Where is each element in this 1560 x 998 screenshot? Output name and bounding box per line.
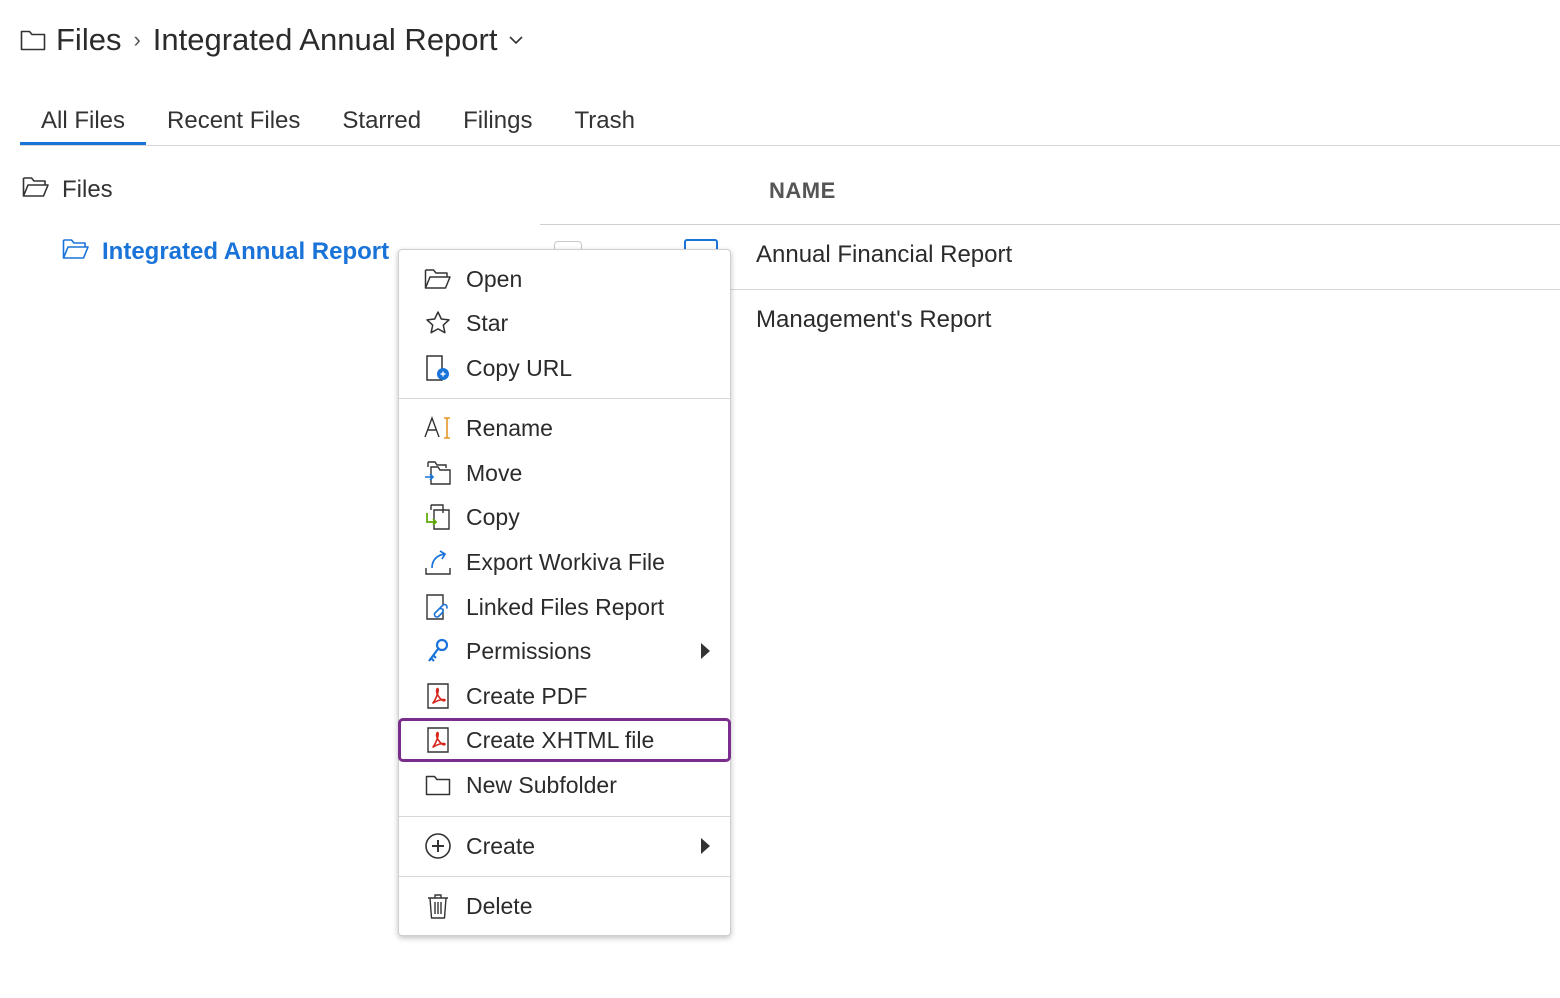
menu-item-linked-files-report[interactable]: Linked Files Report [399, 585, 730, 629]
tree-item-label: Integrated Annual Report [102, 238, 390, 265]
list-header: NAME [540, 160, 1560, 225]
export-icon [424, 548, 452, 576]
tab-bar: All Files Recent Files Starred Filings T… [20, 100, 656, 146]
pdf-icon [424, 726, 452, 754]
file-name[interactable]: Management's Report [756, 306, 991, 334]
trash-icon [424, 892, 452, 920]
tabs-divider [20, 145, 1560, 146]
copy-icon [424, 503, 452, 531]
menu-item-move[interactable]: Move [399, 451, 730, 495]
folder-icon [20, 28, 46, 52]
tab-all-files[interactable]: All Files [20, 100, 147, 146]
menu-item-create-pdf[interactable]: Create PDF [399, 674, 730, 718]
star-icon [424, 309, 452, 337]
breadcrumb: Files › Integrated Annual Report [20, 18, 524, 62]
menu-item-label: Create XHTML file [466, 726, 655, 753]
folder-icon [424, 771, 452, 799]
linked-files-icon [424, 593, 452, 621]
menu-item-label: Copy [466, 503, 520, 530]
tab-trash[interactable]: Trash [553, 100, 655, 142]
folder-open-icon [62, 237, 90, 268]
menu-item-label: Linked Files Report [466, 593, 665, 620]
tree-item-files[interactable]: Files [22, 172, 113, 208]
submenu-arrow-icon [701, 838, 710, 854]
copy-url-icon [424, 354, 452, 382]
menu-item-create-xhtml-file[interactable]: Create XHTML file [398, 718, 731, 762]
menu-item-label: Move [466, 459, 523, 486]
file-name[interactable]: Annual Financial Report [756, 241, 1012, 269]
tree-item-label: Files [62, 176, 113, 203]
menu-item-rename[interactable]: Rename [399, 406, 730, 450]
tab-filings[interactable]: Filings [442, 100, 553, 142]
menu-item-open[interactable]: Open [399, 257, 730, 301]
menu-item-permissions[interactable]: Permissions [399, 629, 730, 673]
rename-icon [424, 414, 452, 442]
pdf-icon [424, 682, 452, 710]
menu-item-label: Permissions [466, 637, 592, 664]
move-icon [424, 459, 452, 487]
menu-divider [399, 876, 730, 877]
permissions-key-icon [424, 637, 452, 665]
menu-item-label: Create [466, 832, 536, 859]
tree-item-integrated-annual-report[interactable]: Integrated Annual Report [62, 234, 389, 270]
menu-item-label: New Subfolder [466, 771, 617, 798]
menu-item-label: Export Workiva File [466, 548, 665, 575]
menu-item-label: Star [466, 309, 509, 336]
folder-open-icon [424, 265, 452, 293]
breadcrumb-separator: › [133, 27, 141, 52]
menu-item-star[interactable]: Star [399, 301, 730, 345]
context-menu: Open Star Copy URL Rename Move Copy Expo… [398, 249, 731, 936]
menu-item-delete[interactable]: Delete [399, 884, 730, 928]
menu-item-label: Create PDF [466, 682, 588, 709]
folder-open-icon [22, 175, 50, 206]
menu-item-copy-url[interactable]: Copy URL [399, 346, 730, 390]
menu-item-label: Delete [466, 892, 533, 919]
menu-item-export-workiva-file[interactable]: Export Workiva File [399, 540, 730, 584]
menu-divider [399, 398, 730, 399]
menu-item-label: Rename [466, 414, 553, 441]
tab-recent-files[interactable]: Recent Files [146, 100, 321, 142]
name-column-header[interactable]: NAME [769, 178, 836, 204]
submenu-arrow-icon [701, 643, 710, 659]
plus-circle-icon [424, 832, 452, 860]
breadcrumb-root[interactable]: Files [56, 22, 121, 58]
menu-divider [399, 816, 730, 817]
menu-item-create[interactable]: Create [399, 824, 730, 868]
chevron-down-icon[interactable] [509, 35, 524, 45]
files-app: Files › Integrated Annual Report All Fil… [0, 0, 1560, 998]
breadcrumb-current[interactable]: Integrated Annual Report [153, 22, 498, 58]
menu-item-copy[interactable]: Copy [399, 495, 730, 539]
menu-item-label: Copy URL [466, 354, 573, 381]
tab-starred[interactable]: Starred [321, 100, 442, 142]
menu-item-label: Open [466, 265, 523, 292]
menu-item-new-subfolder[interactable]: New Subfolder [399, 763, 730, 807]
